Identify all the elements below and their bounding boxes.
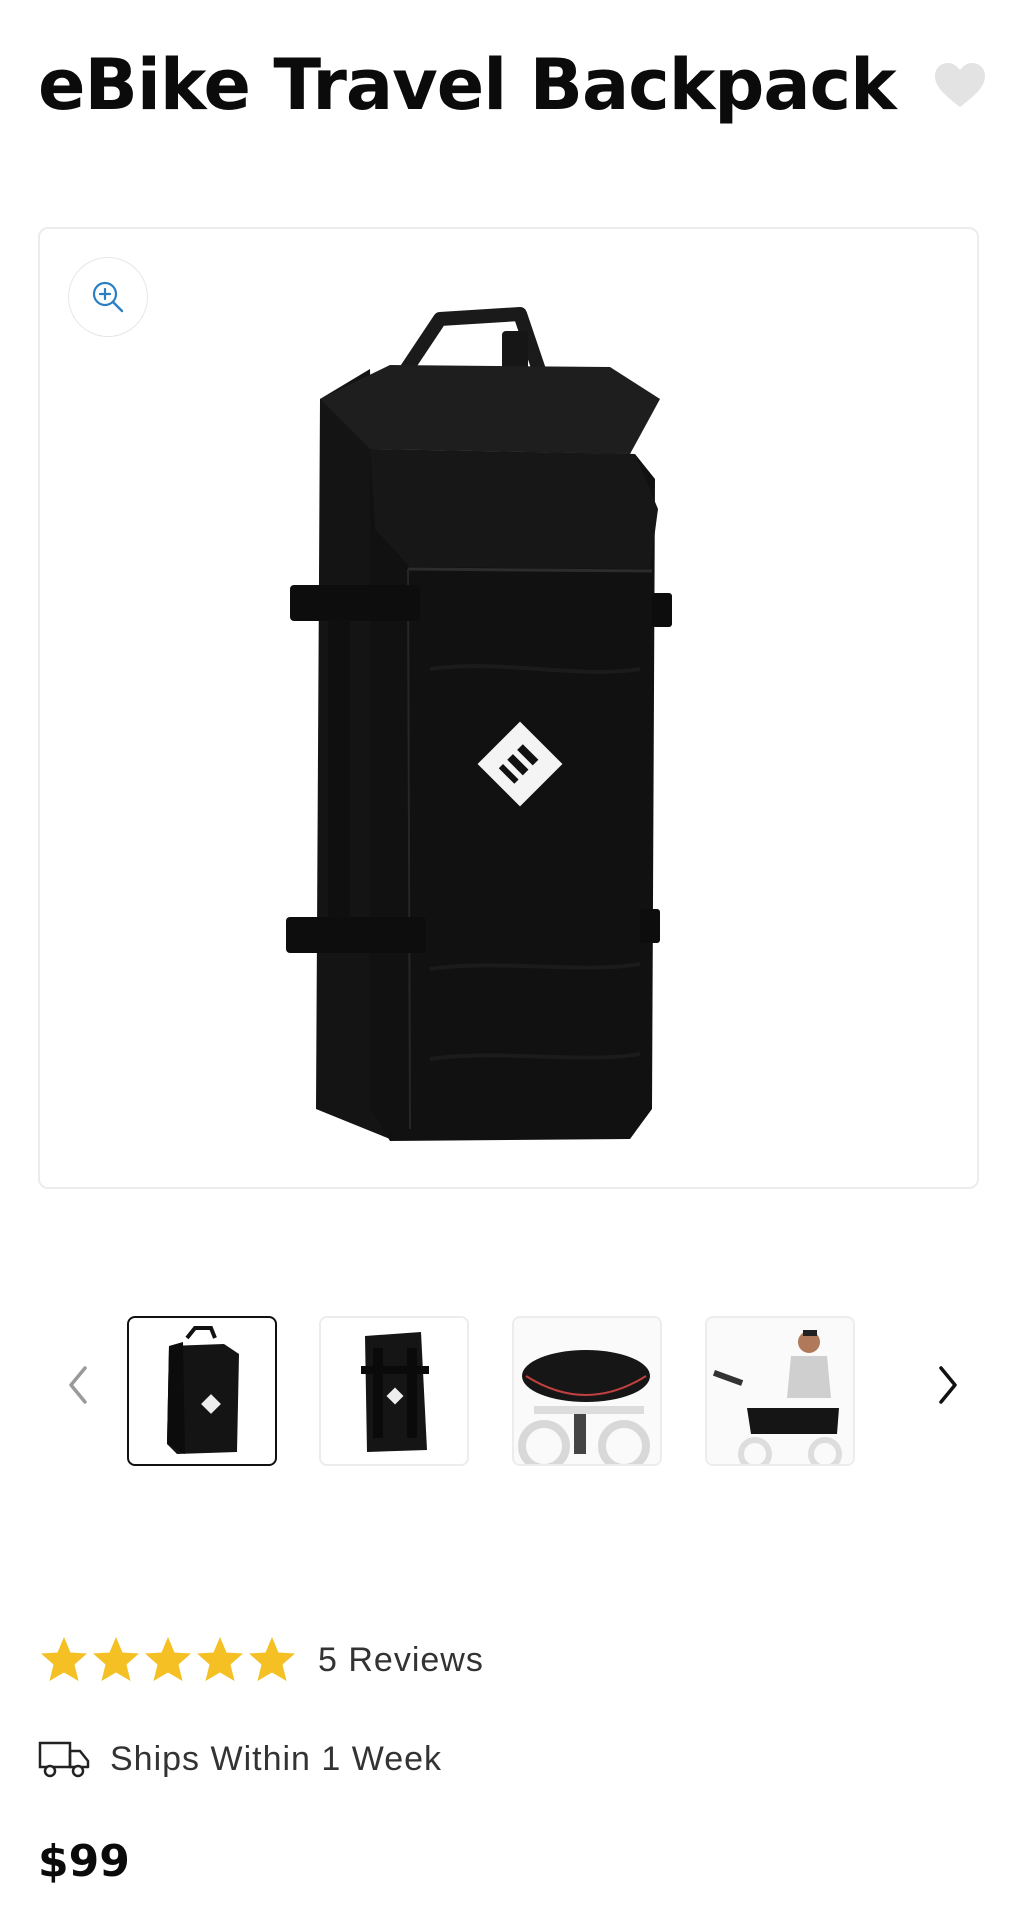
bag-on-rack-thumbnail — [514, 1318, 660, 1464]
product-page: eBike Travel Backpack 5 Reviews Ships Wi… — [0, 0, 1016, 1920]
star-icon — [93, 1637, 139, 1681]
backpack-front-thumbnail — [167, 1326, 239, 1454]
product-price: $99 — [38, 1836, 130, 1887]
favorite-button[interactable] — [932, 60, 988, 110]
man-loading-bag-thumbnail — [707, 1318, 853, 1464]
title-row: eBike Travel Backpack — [38, 40, 988, 130]
product-title: eBike Travel Backpack — [38, 44, 897, 126]
star-icon — [197, 1637, 243, 1681]
backpack-back-thumbnail — [361, 1332, 429, 1452]
carousel-next-button[interactable] — [918, 1350, 978, 1420]
zoom-in-icon — [92, 281, 124, 313]
heart-icon — [935, 63, 985, 107]
backpack-image — [286, 307, 672, 1141]
zoom-button[interactable] — [68, 257, 148, 337]
star-icon — [249, 1637, 295, 1681]
star-rating — [38, 1634, 298, 1686]
truck-icon — [38, 1741, 90, 1778]
shipping-info: Ships Within 1 Week — [38, 1734, 442, 1784]
thumbnail-backpack-back[interactable] — [319, 1316, 469, 1466]
main-product-image[interactable] — [38, 227, 979, 1189]
thumbnail-carousel — [38, 1310, 979, 1470]
shipping-text: Ships Within 1 Week — [110, 1739, 443, 1778]
star-icon — [145, 1637, 191, 1681]
thumbnail-man-loading-bag[interactable] — [705, 1316, 855, 1466]
star-icon — [41, 1637, 87, 1681]
thumbnail-bag-on-rack[interactable] — [512, 1316, 662, 1466]
thumbnail-backpack-front[interactable] — [127, 1316, 277, 1466]
rating-row: 5 Reviews — [38, 1632, 484, 1688]
carousel-prev-button[interactable] — [48, 1350, 108, 1420]
chevron-left-icon — [69, 1366, 87, 1404]
chevron-right-icon — [939, 1366, 957, 1404]
reviews-link[interactable]: 5 Reviews — [318, 1641, 484, 1680]
